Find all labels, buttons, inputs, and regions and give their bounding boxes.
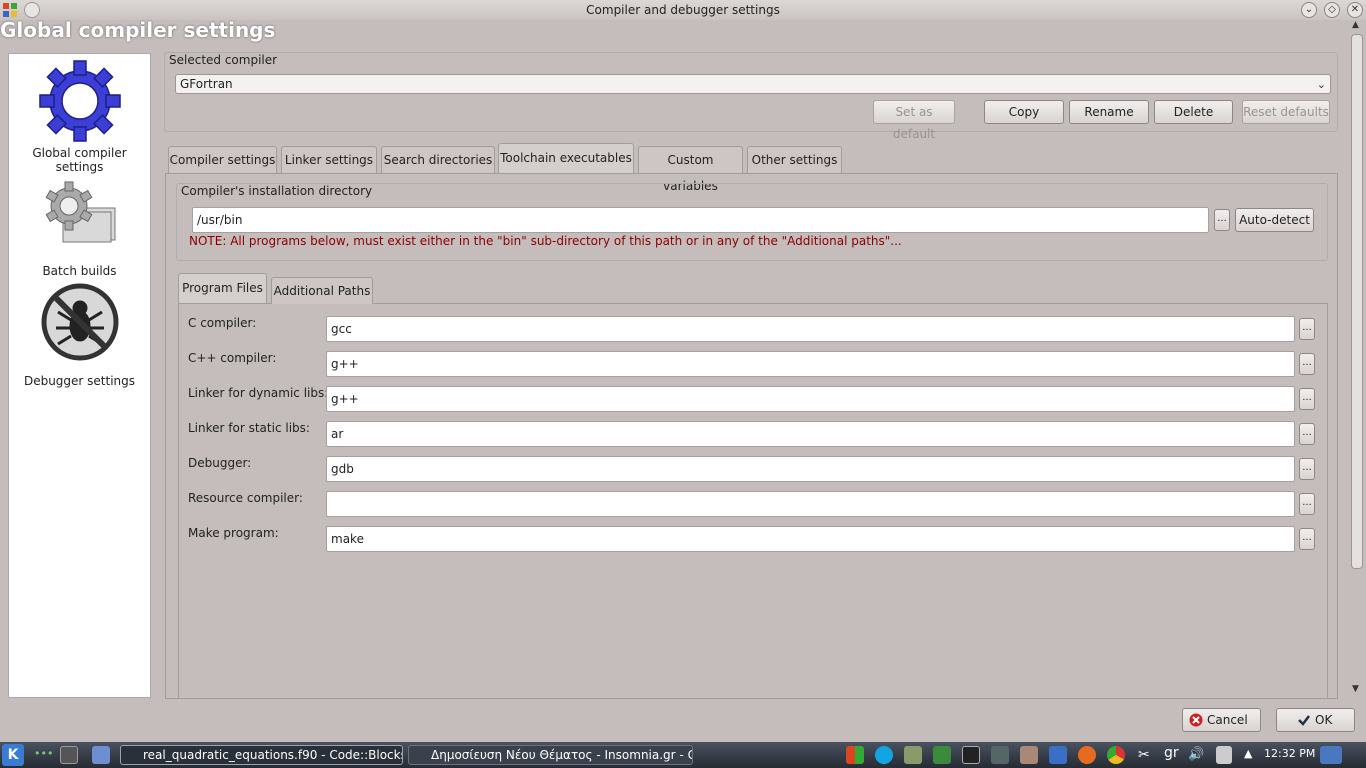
browse-resource-compiler-button[interactable]: ... [1299, 493, 1315, 515]
linker-static-label: Linker for static libs: [188, 421, 310, 435]
c-compiler-label: C compiler: [188, 316, 257, 330]
close-button[interactable]: ✕ [1347, 2, 1363, 18]
show-desktop-icon[interactable] [92, 746, 110, 764]
k-app-icon[interactable] [1049, 746, 1067, 764]
copy-button[interactable]: Copy [984, 100, 1064, 124]
cancel-label: Cancel [1207, 713, 1248, 727]
package-installer-icon[interactable] [1020, 746, 1038, 764]
tray-expand-icon[interactable]: ▲ [1244, 747, 1252, 760]
task-label: real_quadratic_equations.f90 - Code::Blo… [143, 748, 403, 762]
tab-additional-paths[interactable]: Additional Paths [271, 277, 373, 304]
browse-debugger-button[interactable]: ... [1299, 458, 1315, 480]
scissors-icon[interactable]: ✂ [1138, 747, 1150, 763]
cancel-button[interactable]: Cancel [1182, 708, 1261, 732]
no-bug-icon [41, 283, 118, 361]
sidebar-item-global-compiler[interactable]: Global compiler settings [9, 60, 150, 174]
browse-linker-dynamic-button[interactable]: ... [1299, 388, 1315, 410]
cpp-compiler-label: C++ compiler: [188, 351, 277, 365]
set-as-default-button[interactable]: Set as default [873, 100, 955, 141]
scrollbar-thumb[interactable] [1351, 34, 1363, 569]
tab-other-settings[interactable]: Other settings [747, 146, 842, 173]
compiler-select-value: GFortran [180, 77, 233, 91]
auto-detect-button[interactable]: Auto-detect [1235, 208, 1314, 232]
clipboard-icon[interactable] [1216, 746, 1232, 764]
linker-dynamic-label: Linker for dynamic libs: [188, 386, 329, 400]
resource-compiler-input[interactable] [326, 491, 1295, 517]
tab-program-files[interactable]: Program Files [178, 273, 267, 303]
debugger-label: Debugger: [188, 456, 252, 470]
compiler-select[interactable]: GFortran ⌄ [175, 74, 1331, 94]
minimize-button[interactable]: ⌄ [1301, 2, 1317, 18]
image-viewer-icon[interactable] [991, 746, 1009, 764]
settings-category-list[interactable]: Global compiler settings Batch builds De… [8, 53, 151, 698]
delete-button[interactable]: Delete [1154, 100, 1233, 124]
resource-compiler-label: Resource compiler: [188, 491, 303, 505]
maximize-button[interactable]: ◇ [1324, 2, 1340, 18]
window-title: Compiler and debugger settings [586, 3, 780, 17]
rename-button[interactable]: Rename [1069, 100, 1149, 124]
sidebar-item-batch-builds[interactable]: Batch builds [9, 180, 150, 278]
browse-directory-button[interactable]: ... [1214, 209, 1230, 231]
installation-directory-label: Compiler's installation directory [178, 184, 376, 198]
taskbar: K ••• real_quadratic_equations.f90 - Cod… [0, 742, 1366, 768]
window-titlebar[interactable]: Compiler and debugger settings ⌄ ◇ ✕ [0, 0, 1366, 20]
debugger-input[interactable]: gdb [326, 456, 1295, 482]
c-compiler-input[interactable]: gcc [326, 316, 1295, 342]
tab-search-directories[interactable]: Search directories [381, 146, 495, 173]
task-label: Δημοσίευση Νέου Θέματος - Insomnia.gr - … [431, 748, 693, 762]
installation-note: NOTE: All programs below, must exist eit… [189, 234, 902, 248]
chrome-icon[interactable] [1107, 746, 1125, 764]
checkmark-icon [1298, 715, 1310, 726]
gear-icon [38, 60, 121, 142]
scroll-up-icon[interactable]: ▲ [1352, 20, 1359, 30]
linker-static-input[interactable]: ar [326, 421, 1295, 447]
make-program-input[interactable]: make [326, 526, 1295, 552]
clock[interactable]: 12:32 PM [1264, 747, 1315, 760]
sidebar-item-label: Debugger settings [23, 374, 136, 388]
sidebar-item-label: Batch builds [42, 264, 117, 278]
reset-defaults-button[interactable]: Reset defaults [1242, 100, 1330, 124]
keyboard-layout[interactable]: gr [1164, 745, 1179, 761]
skype-icon[interactable] [875, 746, 893, 764]
tab-linker-settings[interactable]: Linker settings [281, 146, 377, 173]
firefox-icon[interactable] [1078, 746, 1096, 764]
browse-linker-static-button[interactable]: ... [1299, 423, 1315, 445]
cancel-icon [1189, 713, 1203, 727]
settings-gear-tray-icon[interactable] [904, 746, 922, 764]
desktop-pager-icon[interactable] [60, 746, 78, 764]
kde-menu-icon[interactable]: K [2, 744, 24, 766]
task-codeblocks[interactable]: real_quadratic_equations.f90 - Code::Blo… [120, 745, 403, 765]
codeblocks-tray-icon[interactable] [846, 746, 864, 764]
volume-icon[interactable]: 🔊 [1188, 747, 1204, 762]
activity-dots-icon[interactable]: ••• [34, 747, 53, 760]
browse-cpp-compiler-button[interactable]: ... [1299, 353, 1315, 375]
batch-gears-icon [45, 181, 115, 243]
installation-directory-input[interactable]: /usr/bin [192, 207, 1209, 233]
sidebar-item-label: Global compiler settings [32, 146, 127, 174]
tab-custom-variables[interactable]: Custom variables [638, 146, 743, 193]
selected-compiler-label: Selected compiler [166, 53, 281, 67]
cpp-compiler-input[interactable]: g++ [326, 351, 1295, 377]
linker-dynamic-input[interactable]: g++ [326, 386, 1295, 412]
tab-compiler-settings[interactable]: Compiler settings [168, 146, 277, 173]
browse-c-compiler-button[interactable]: ... [1299, 318, 1315, 340]
ok-label: OK [1315, 713, 1333, 727]
chevron-down-icon: ⌄ [1316, 78, 1326, 91]
task-chrome[interactable]: Δημοσίευση Νέου Θέματος - Insomnia.gr - … [408, 745, 693, 765]
network-icon[interactable] [1320, 746, 1342, 764]
terminal-icon[interactable] [962, 746, 980, 764]
browse-make-program-button[interactable]: ... [1299, 528, 1315, 550]
vim-icon[interactable] [933, 746, 951, 764]
scroll-down-icon[interactable]: ▼ [1352, 684, 1359, 694]
make-program-label: Make program: [188, 526, 279, 540]
tab-toolchain-executables[interactable]: Toolchain executables [498, 143, 634, 173]
ok-button[interactable]: OK [1276, 708, 1355, 732]
page-title: Global compiler settings [0, 18, 276, 42]
vertical-scrollbar[interactable]: ▲ ▼ [1350, 20, 1364, 698]
sidebar-item-debugger[interactable]: Debugger settings [9, 282, 150, 388]
